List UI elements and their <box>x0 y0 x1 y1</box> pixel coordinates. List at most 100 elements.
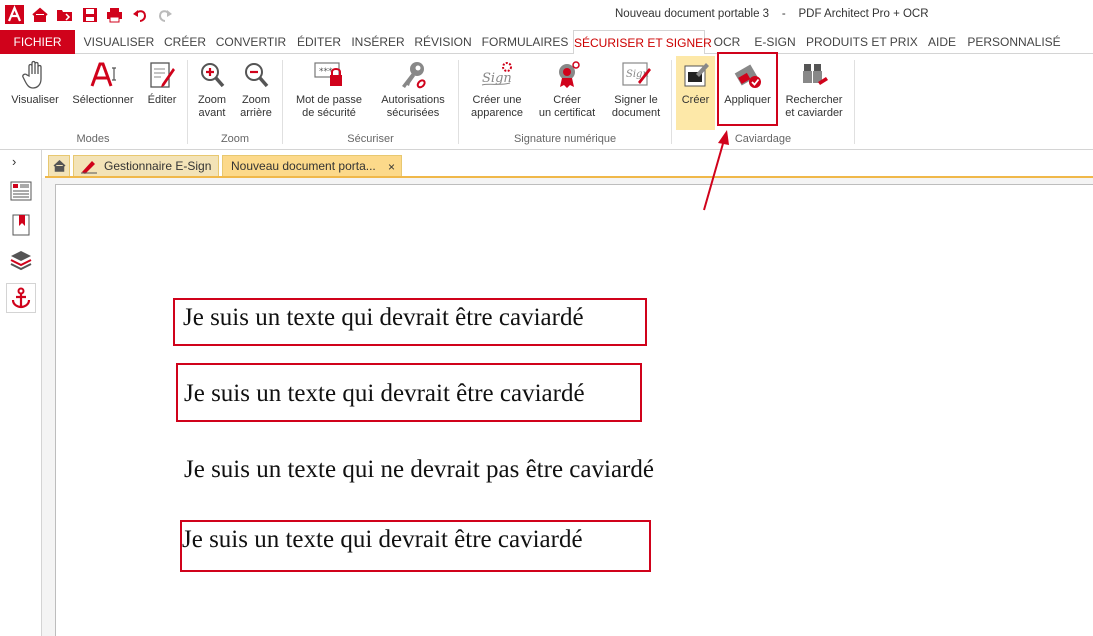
signer-document-button[interactable]: Sign Signer le document <box>607 58 665 120</box>
tab-aide[interactable]: AIDE <box>922 30 962 54</box>
tab-produits-et-prix[interactable]: PRODUITS ET PRIX <box>806 30 918 54</box>
rechercher-label-2: et caviarder <box>785 107 843 119</box>
editer-button[interactable]: Éditer <box>143 58 181 107</box>
edit-page-icon <box>145 58 179 92</box>
apparence-label-1: Créer une <box>472 94 522 106</box>
editer-label: Éditer <box>147 94 177 106</box>
creer-caviardage-button[interactable]: Créer <box>676 56 715 130</box>
tab-nouveau-document[interactable]: Nouveau document porta... × <box>222 155 402 177</box>
zoom-avant-label-2: avant <box>198 107 226 119</box>
home-icon <box>52 160 66 172</box>
text-select-icon <box>86 58 120 92</box>
redaction-create-icon <box>679 58 713 92</box>
document-tab-label: Nouveau document porta... <box>231 159 376 173</box>
group-separator <box>187 60 188 144</box>
zoom-in-icon <box>195 58 229 92</box>
layers-icon[interactable] <box>6 246 36 276</box>
certificat-label-1: Créer <box>553 94 581 106</box>
document-text-line-3: Je suis un texte qui ne devrait pas être… <box>184 456 654 483</box>
tab-formulaires[interactable]: FORMULAIRES <box>480 30 570 54</box>
bookmarks-icon[interactable] <box>6 210 36 240</box>
document-page[interactable]: Je suis un texte qui devrait être caviar… <box>55 184 1093 636</box>
group-separator <box>671 60 672 144</box>
certificate-icon <box>550 58 584 92</box>
mdp-label-1: Mot de passe <box>295 94 363 106</box>
title-bar: Nouveau document portable 3 - PDF Archit… <box>0 0 1093 30</box>
tab-personnalise[interactable]: PERSONNALISÉ <box>967 30 1061 54</box>
zoom-out-icon <box>239 58 273 92</box>
tab-inserer[interactable]: INSÉRER <box>350 30 406 54</box>
tab-editer[interactable]: ÉDITER <box>293 30 345 54</box>
e-sign-icon <box>81 161 97 174</box>
visualiser-button[interactable]: Visualiser <box>8 58 62 107</box>
print-icon[interactable] <box>105 5 124 24</box>
group-separator <box>458 60 459 144</box>
thumbnails-icon[interactable] <box>6 176 36 206</box>
left-panel: › <box>0 150 42 636</box>
mot-de-passe-button[interactable]: *** Mot de passe de sécurité <box>290 58 368 120</box>
save-icon[interactable] <box>80 5 99 24</box>
signer-label-1: Signer le <box>614 94 658 106</box>
key-icon <box>396 58 430 92</box>
group-label-caviardage: Caviardage <box>734 133 792 145</box>
rechercher-caviarder-button[interactable]: Rechercher et caviarder <box>782 58 846 120</box>
undo-icon[interactable] <box>130 5 149 24</box>
document-title: Nouveau document portable 3 <box>615 8 770 20</box>
quick-access-toolbar <box>5 5 174 24</box>
appliquer-button[interactable]: Appliquer <box>717 52 778 126</box>
creer-caviardage-label: Créer <box>681 94 710 106</box>
zoom-avant-label-1: Zoom <box>197 94 227 106</box>
tab-revision[interactable]: RÉVISION <box>411 30 475 54</box>
anchor-icon[interactable] <box>6 283 36 313</box>
app-logo-icon[interactable] <box>5 5 24 24</box>
creer-certificat-button[interactable]: Créer un certificat <box>534 58 600 120</box>
home-icon[interactable] <box>30 5 49 24</box>
password-lock-icon: *** <box>312 58 346 92</box>
tab-gestionnaire-e-sign[interactable]: Gestionnaire E-Sign <box>73 155 219 177</box>
zoom-arriere-label-1: Zoom <box>241 94 271 106</box>
zoom-arriere-label-2: arrière <box>240 107 272 119</box>
ribbon: Visualiser Sélectionner Éditer Modes Zoo… <box>0 52 1093 150</box>
panel-expand-icon[interactable]: › <box>12 154 16 169</box>
tab-ocr[interactable]: OCR <box>709 30 745 54</box>
group-label-modes: Modes <box>76 133 110 145</box>
document-text-line-2: Je suis un texte qui devrait être caviar… <box>184 380 585 407</box>
selectionner-button[interactable]: Sélectionner <box>69 58 137 107</box>
zoom-avant-button[interactable]: Zoom avant <box>193 58 231 120</box>
menu-bar: FICHIER VISUALISER CRÉER CONVERTIR ÉDITE… <box>0 30 1093 55</box>
zoom-arriere-button[interactable]: Zoom arrière <box>236 58 276 120</box>
signer-label-2: document <box>611 107 661 119</box>
tab-securiser-et-signer[interactable]: SÉCURISER ET SIGNER <box>573 30 712 55</box>
sign-document-icon: Sign <box>619 58 653 92</box>
document-text-line-1: Je suis un texte qui devrait être caviar… <box>183 304 584 331</box>
visualiser-label: Visualiser <box>11 94 59 106</box>
close-tab-icon[interactable]: × <box>388 156 395 178</box>
tab-e-sign[interactable]: E-SIGN <box>750 30 800 54</box>
group-separator <box>282 60 283 144</box>
document-text-line-4: Je suis un texte qui devrait être caviar… <box>182 526 583 553</box>
hand-icon <box>18 58 52 92</box>
autorisations-button[interactable]: Autorisations sécurisées <box>376 58 450 120</box>
open-folder-icon[interactable] <box>55 5 74 24</box>
home-tab[interactable] <box>48 155 70 177</box>
apply-redaction-icon <box>731 58 765 92</box>
tab-fichier[interactable]: FICHIER <box>0 30 75 54</box>
redo-icon[interactable] <box>155 5 174 24</box>
certificat-label-2: un certificat <box>538 107 596 119</box>
tab-convertir[interactable]: CONVERTIR <box>214 30 288 54</box>
group-separator <box>854 60 855 144</box>
appliquer-label: Appliquer <box>724 94 771 106</box>
tab-creer[interactable]: CRÉER <box>161 30 209 54</box>
creer-apparence-button[interactable]: Sign Créer une apparence <box>467 58 527 120</box>
auth-label-2: sécurisées <box>386 107 440 119</box>
document-tabs: Gestionnaire E-Sign Nouveau document por… <box>42 150 1093 178</box>
window-title: Nouveau document portable 3 - PDF Archit… <box>615 8 929 20</box>
app-name: PDF Architect Pro + OCR <box>798 8 929 20</box>
search-redact-icon <box>797 58 831 92</box>
group-label-signature: Signature numérique <box>513 133 617 145</box>
e-sign-tab-label: Gestionnaire E-Sign <box>104 159 212 173</box>
selectionner-label: Sélectionner <box>72 94 134 106</box>
signature-appearance-icon: Sign <box>480 58 514 92</box>
rechercher-label-1: Rechercher <box>785 94 843 106</box>
tab-visualiser[interactable]: VISUALISER <box>82 30 156 54</box>
